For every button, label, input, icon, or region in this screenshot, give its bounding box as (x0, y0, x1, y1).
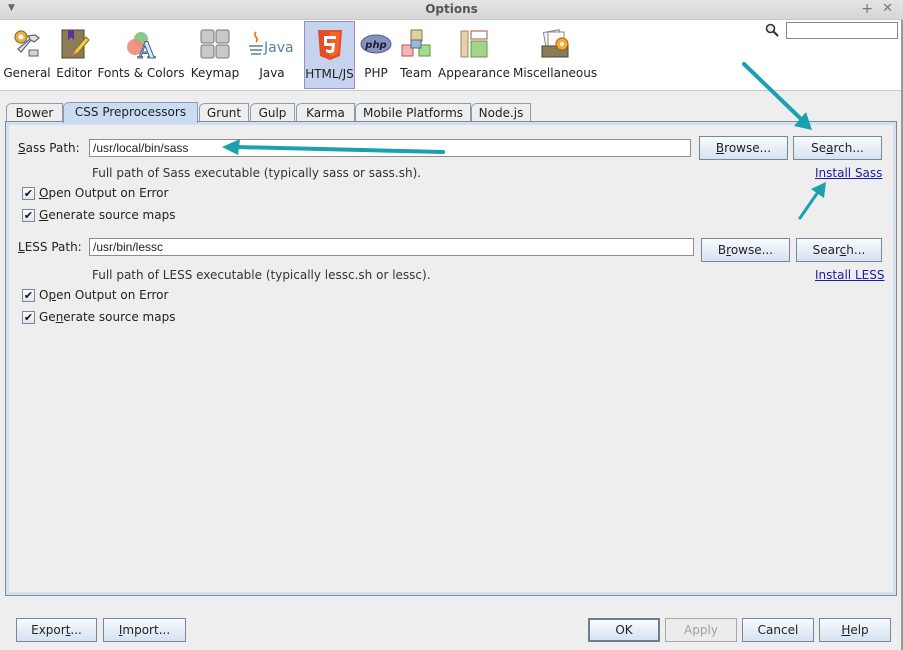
sass-path-hint: Full path of Sass executable (typically … (92, 166, 422, 180)
category-editor[interactable]: Editor (54, 21, 94, 89)
options-search-input[interactable] (786, 22, 898, 39)
close-button[interactable]: ✕ (882, 1, 893, 16)
ok-button[interactable]: OK (588, 618, 660, 642)
tab-grunt[interactable]: Grunt (199, 103, 249, 122)
less-path-input[interactable]: /usr/bin/lessc (89, 238, 694, 256)
less-open-output-label[interactable]: Open Output on Error (39, 288, 168, 302)
tab-mobile-platforms[interactable]: Mobile Platforms (355, 103, 471, 122)
category-miscellaneous[interactable]: Miscellaneous (513, 21, 597, 89)
sass-open-output-checkbox[interactable]: ✔ (22, 187, 35, 200)
svg-text:php: php (364, 40, 386, 51)
import-button[interactable]: Import... (103, 618, 186, 642)
category-label: HTML/JS (305, 67, 354, 81)
category-label: Java (259, 66, 285, 80)
install-less-link[interactable]: Install LESS (815, 268, 884, 282)
cancel-button[interactable]: Cancel (742, 618, 814, 642)
category-label: Miscellaneous (513, 66, 598, 80)
java-logo-icon: Java (249, 31, 294, 56)
tab-css-preprocessors[interactable]: CSS Preprocessors (63, 102, 198, 123)
wrench-gear-icon (14, 30, 40, 57)
category-label: Editor (56, 66, 92, 80)
sass-path-input[interactable]: /usr/local/bin/sass (89, 139, 691, 157)
help-button[interactable]: Help (819, 618, 891, 642)
less-path-hint: Full path of LESS executable (typically … (92, 268, 431, 282)
category-toolbar: General Editor A Fonts & Colors Keymap J… (0, 20, 901, 91)
folder-gear-icon (541, 29, 569, 58)
less-open-output-checkbox[interactable]: ✔ (22, 289, 35, 302)
options-dialog: ▼ Options + ✕ General Editor A Fonts & C… (0, 0, 903, 650)
window-title: Options (425, 2, 478, 16)
category-label: General (3, 66, 51, 80)
category-appearance[interactable]: Appearance (438, 21, 510, 89)
sass-path-label: Sass Path: (18, 141, 80, 155)
category-java[interactable]: Java Java (244, 21, 300, 89)
category-html-js[interactable]: HTML/JS (304, 21, 355, 89)
html5-icon (317, 30, 342, 60)
book-pencil-icon (61, 29, 90, 59)
keyboard-keys-icon (200, 29, 230, 59)
php-logo-icon: php (360, 34, 392, 54)
cubes-icon (401, 29, 431, 57)
layout-panels-icon (460, 30, 488, 58)
category-label: Keymap (190, 66, 240, 80)
svg-text:Java: Java (263, 40, 294, 56)
tab-gulp[interactable]: Gulp (250, 103, 295, 122)
install-sass-link[interactable]: Install Sass (815, 166, 882, 180)
tab-nodejs[interactable]: Node.js (471, 103, 531, 122)
svg-text:A: A (137, 38, 156, 60)
category-label: PHP (364, 66, 388, 80)
export-button[interactable]: Export... (16, 618, 97, 642)
sass-search-button[interactable]: Search... (793, 136, 882, 160)
category-label: Appearance (438, 66, 511, 80)
font-colors-icon: A (127, 32, 157, 60)
less-search-button[interactable]: Search... (796, 238, 882, 262)
tab-karma[interactable]: Karma (296, 103, 355, 122)
sass-browse-button[interactable]: Browse... (699, 136, 788, 160)
less-source-maps-checkbox[interactable]: ✔ (22, 311, 35, 324)
sass-source-maps-label[interactable]: Generate source maps (39, 208, 175, 222)
category-team[interactable]: Team (397, 21, 435, 89)
tab-bower[interactable]: Bower (6, 103, 63, 122)
apply-button[interactable]: Apply (665, 618, 737, 642)
less-path-label: LESS Path: (18, 240, 82, 254)
category-label: Fonts & Colors (97, 66, 185, 80)
category-php[interactable]: php PHP (358, 21, 394, 89)
search-icon (765, 23, 779, 37)
maximize-button[interactable]: + (861, 1, 873, 17)
category-general[interactable]: General (2, 21, 52, 89)
category-fonts-colors[interactable]: A Fonts & Colors (96, 21, 186, 89)
category-keymap[interactable]: Keymap (190, 21, 240, 89)
less-browse-button[interactable]: Browse... (701, 238, 790, 262)
less-source-maps-label[interactable]: Generate source maps (39, 310, 175, 324)
title-bar: ▼ Options + ✕ (0, 0, 903, 20)
sass-open-output-label[interactable]: Open Output on Error (39, 186, 168, 200)
sass-source-maps-checkbox[interactable]: ✔ (22, 209, 35, 222)
category-label: Team (400, 66, 432, 80)
